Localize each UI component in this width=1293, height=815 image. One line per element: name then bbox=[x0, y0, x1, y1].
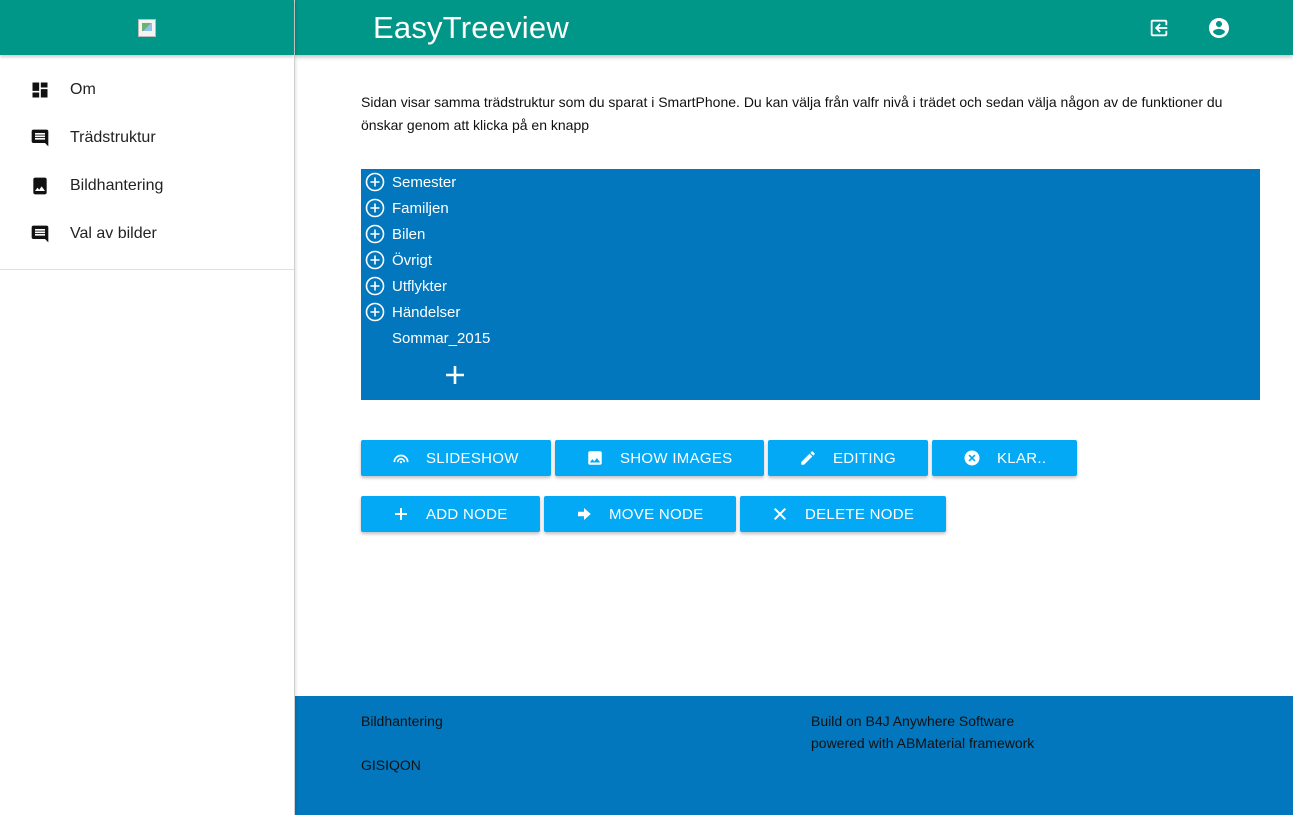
tree-node-label: Familjen bbox=[392, 199, 449, 217]
editing-button[interactable]: EDITING bbox=[768, 440, 928, 476]
sidebar-item-label: Bildhantering bbox=[70, 177, 164, 194]
button-label: SHOW IMAGES bbox=[620, 449, 733, 467]
tree-node-bilen[interactable]: Bilen bbox=[361, 221, 1260, 247]
klar-button[interactable]: KLAR.. bbox=[932, 440, 1077, 476]
tree-node-label: Sommar_2015 bbox=[392, 329, 491, 347]
account-circle-icon[interactable] bbox=[1207, 16, 1231, 40]
comment-icon bbox=[30, 224, 50, 244]
tree-node-label: Bilen bbox=[392, 225, 426, 243]
main-content: Sidan visar samma trädstruktur som du sp… bbox=[295, 55, 1293, 696]
pencil-icon bbox=[798, 448, 818, 468]
button-label: KLAR.. bbox=[997, 449, 1047, 467]
sidebar-item-tradstruktur[interactable]: Trädstruktur bbox=[0, 114, 294, 162]
page-title: EasyTreeview bbox=[373, 10, 569, 45]
tree-node-sommar-2015[interactable]: Sommar_2015 bbox=[361, 325, 1260, 351]
tree-add-icon[interactable] bbox=[443, 363, 467, 387]
tree-node-label: Utflykter bbox=[392, 277, 448, 295]
sidebar-item-val-av-bilder[interactable]: Val av bilder bbox=[0, 210, 294, 258]
intro-text: Sidan visar samma trädstruktur som du sp… bbox=[361, 94, 1223, 133]
tree-node-ovrigt[interactable]: Övrigt bbox=[361, 247, 1260, 273]
footer-framework-info: powered with ABMaterial framework bbox=[811, 735, 1035, 751]
sidebar-item-label: Trädstruktur bbox=[70, 129, 156, 146]
app-root: Om Trädstruktur Bildhantering Val av bil… bbox=[0, 0, 1293, 815]
footer-app-name: Bildhantering bbox=[361, 713, 443, 729]
button-label: MOVE NODE bbox=[609, 505, 704, 523]
slideshow-button[interactable]: SLIDESHOW bbox=[361, 440, 551, 476]
delete-node-button[interactable]: DELETE NODE bbox=[740, 496, 946, 532]
sidebar: Om Trädstruktur Bildhantering Val av bil… bbox=[0, 0, 295, 815]
plus-icon bbox=[391, 504, 411, 524]
logo-image[interactable] bbox=[138, 18, 156, 37]
action-buttons-row-1: SLIDESHOW SHOW IMAGES EDITING KLAR.. bbox=[361, 440, 1081, 476]
plus-circle-icon[interactable] bbox=[365, 224, 385, 244]
dashboard-icon bbox=[30, 80, 50, 100]
plus-circle-icon[interactable] bbox=[365, 172, 385, 192]
plus-circle-icon[interactable] bbox=[365, 250, 385, 270]
slideshow-icon bbox=[391, 448, 411, 468]
plus-circle-icon[interactable] bbox=[365, 276, 385, 296]
sidebar-item-label: Om bbox=[70, 81, 96, 98]
sidebar-logo-bar bbox=[0, 0, 294, 55]
add-node-button[interactable]: ADD NODE bbox=[361, 496, 540, 532]
tree-node-label: Semester bbox=[392, 173, 457, 191]
show-images-button[interactable]: SHOW IMAGES bbox=[555, 440, 764, 476]
move-node-button[interactable]: MOVE NODE bbox=[544, 496, 736, 532]
button-label: SLIDESHOW bbox=[426, 449, 519, 467]
sidebar-item-label: Val av bilder bbox=[70, 225, 157, 242]
comment-icon bbox=[30, 128, 50, 148]
tree-node-familjen[interactable]: Familjen bbox=[361, 195, 1260, 221]
close-icon bbox=[770, 504, 790, 524]
image-icon bbox=[585, 448, 605, 468]
tree-node-handelser[interactable]: Händelser bbox=[361, 299, 1260, 325]
button-label: ADD NODE bbox=[426, 505, 508, 523]
tree-node-label: Övrigt bbox=[392, 251, 433, 269]
tree-node-semester[interactable]: Semester bbox=[361, 169, 1260, 195]
photo-album-icon bbox=[30, 176, 50, 196]
top-app-bar: EasyTreeview bbox=[295, 0, 1293, 55]
action-buttons-row-2: ADD NODE MOVE NODE DELETE NODE bbox=[361, 496, 950, 532]
tree-node-list: Semester Familjen Bilen Övrigt Utflykter… bbox=[361, 169, 1260, 351]
footer: Bildhantering GISIQON Build on B4J Anywh… bbox=[295, 696, 1293, 815]
sidebar-item-bildhantering[interactable]: Bildhantering bbox=[0, 162, 294, 210]
footer-company: GISIQON bbox=[361, 757, 421, 773]
login-icon[interactable] bbox=[1147, 16, 1171, 40]
cancel-icon bbox=[962, 448, 982, 468]
sidebar-nav: Om Trädstruktur Bildhantering Val av bil… bbox=[0, 55, 294, 270]
plus-circle-icon[interactable] bbox=[365, 198, 385, 218]
plus-circle-icon[interactable] bbox=[365, 302, 385, 322]
tree-node-utflykter[interactable]: Utflykter bbox=[361, 273, 1260, 299]
footer-build-info: Build on B4J Anywhere Software bbox=[811, 713, 1015, 729]
button-label: DELETE NODE bbox=[805, 505, 915, 523]
treeview: Semester Familjen Bilen Övrigt Utflykter… bbox=[361, 169, 1260, 400]
button-label: EDITING bbox=[833, 449, 896, 467]
arrow-right-icon bbox=[574, 504, 594, 524]
sidebar-item-om[interactable]: Om bbox=[0, 66, 294, 114]
tree-node-label: Händelser bbox=[392, 303, 461, 321]
